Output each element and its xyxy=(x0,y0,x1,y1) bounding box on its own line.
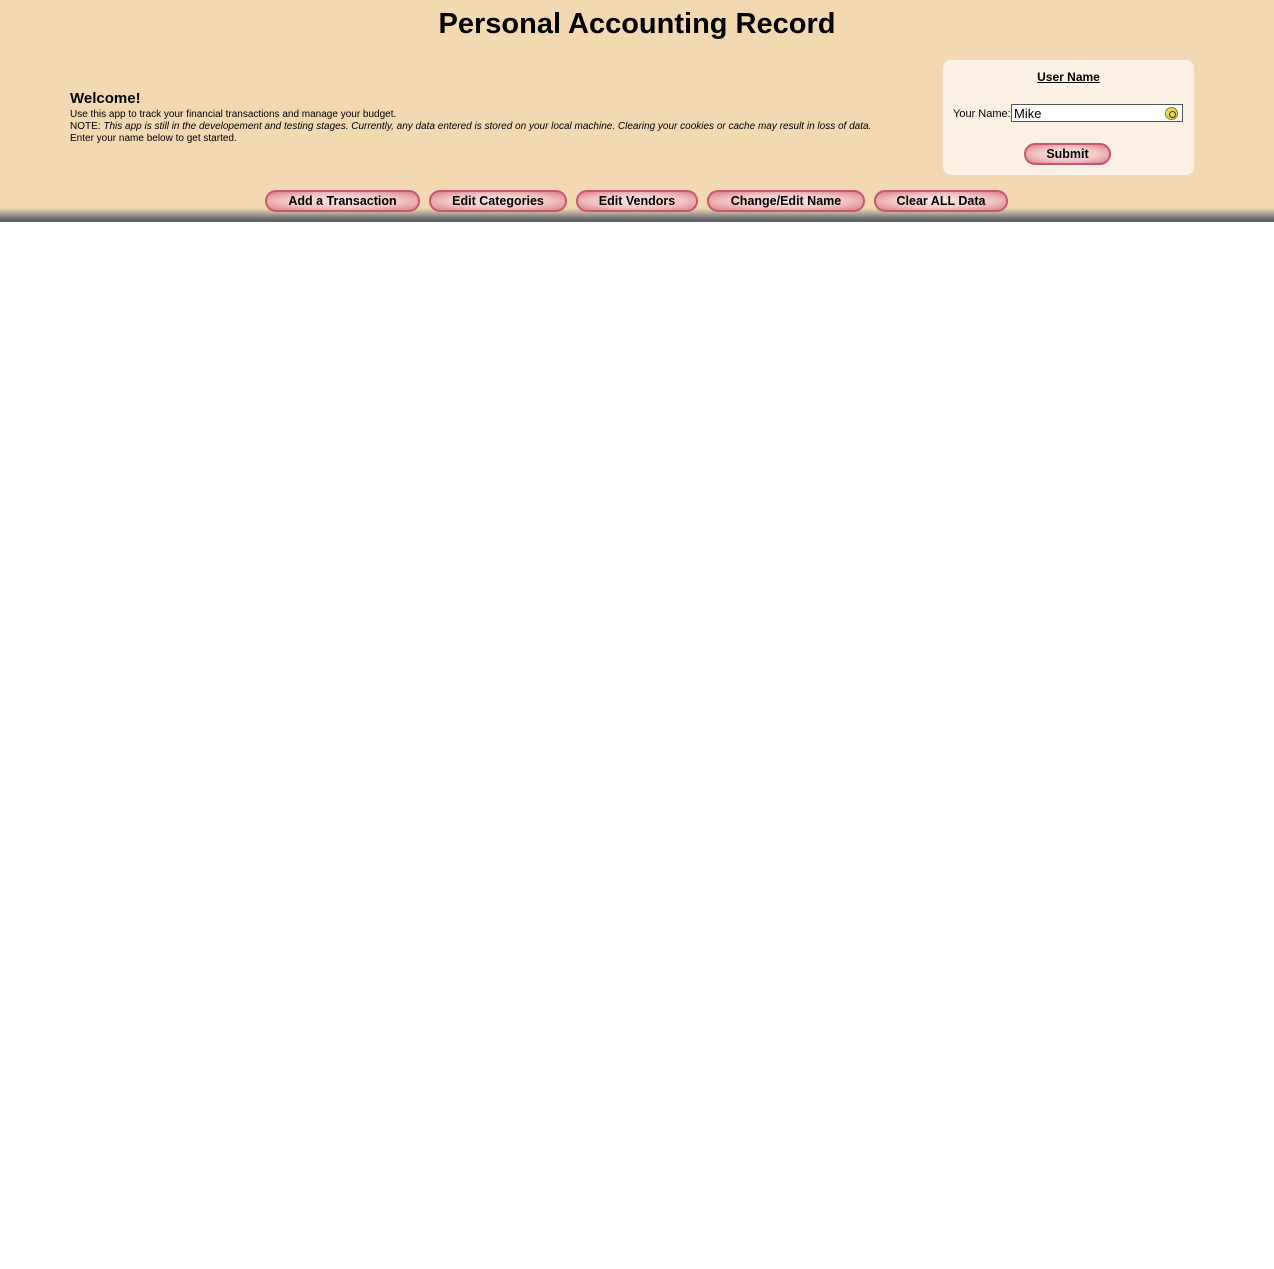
user-name-card: User Name Your Name: Submit xyxy=(943,60,1194,175)
page-title: Personal Accounting Record xyxy=(438,8,836,40)
welcome-heading: Welcome! xyxy=(70,90,141,107)
welcome-note: NOTE: This app is still in the developem… xyxy=(70,121,940,133)
add-transaction-button[interactable]: Add a Transaction xyxy=(265,190,420,212)
main-content-area xyxy=(0,222,1274,1269)
edit-categories-button[interactable]: Edit Categories xyxy=(429,190,567,212)
edit-vendors-button[interactable]: Edit Vendors xyxy=(576,190,698,212)
your-name-input[interactable] xyxy=(1012,105,1164,122)
welcome-intro-text: Use this app to track your financial tra… xyxy=(70,109,397,120)
your-name-label: Your Name: xyxy=(953,108,1011,120)
clear-all-data-button[interactable]: Clear ALL Data xyxy=(874,190,1008,212)
change-edit-name-button[interactable]: Change/Edit Name xyxy=(707,190,865,212)
name-field-wrapper xyxy=(1011,104,1183,122)
autofill-key-icon[interactable] xyxy=(1165,107,1178,120)
user-name-card-title: User Name xyxy=(1037,70,1100,84)
note-prefix: NOTE: xyxy=(70,121,104,132)
submit-button[interactable]: Submit xyxy=(1024,143,1111,165)
note-text: This app is still in the developement an… xyxy=(103,121,872,132)
welcome-section: Welcome! Use this app to track your fina… xyxy=(70,90,940,145)
app-header: Personal Accounting Record Welcome! Use … xyxy=(0,0,1274,222)
welcome-instructions: Enter your name below to get started. xyxy=(70,133,237,144)
